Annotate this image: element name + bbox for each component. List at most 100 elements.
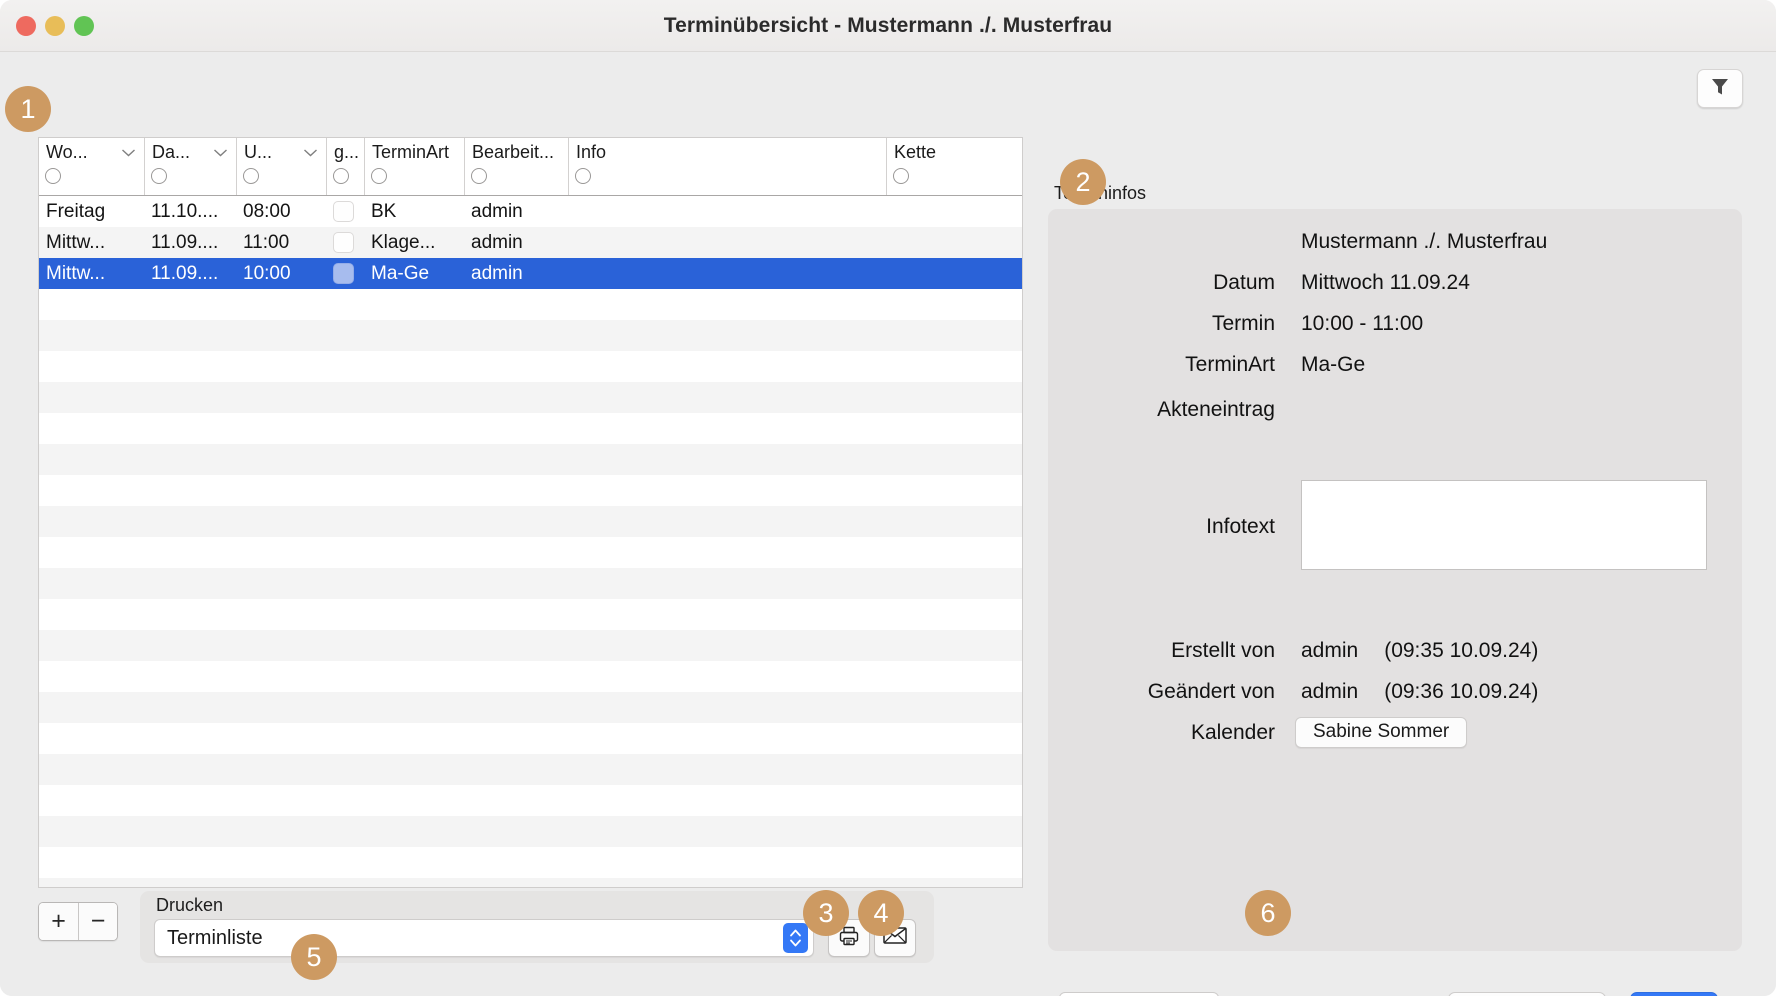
- filter-radio-icon[interactable]: [151, 168, 167, 184]
- column-header-kette[interactable]: Kette: [886, 138, 1012, 166]
- print-group-label: Drucken: [156, 895, 224, 915]
- cell-wochentag: Mittw...: [46, 231, 106, 253]
- cell-terminart: Ma-Ge: [371, 262, 430, 284]
- cell-wochentag: Mittw...: [46, 262, 106, 284]
- column-header-wochentag[interactable]: Wo...: [39, 138, 144, 166]
- table-empty-row: [39, 754, 1022, 785]
- details-row-termin: Termin 10:00 - 11:00: [1048, 312, 1742, 336]
- annotation-badge-5: 5: [291, 934, 337, 980]
- filter-cell-info[interactable]: [568, 166, 886, 195]
- table-empty-row: [39, 816, 1022, 847]
- details-panel: Mustermann ./. Musterfrau Datum Mittwoch…: [1048, 209, 1742, 951]
- cell-farbe: [326, 201, 364, 222]
- cell-terminart: BK: [371, 200, 397, 222]
- filter-radio-icon[interactable]: [243, 168, 259, 184]
- table-empty-row: [39, 506, 1022, 537]
- table-empty-row: [39, 444, 1022, 475]
- cell-bearbeiter: admin: [471, 200, 523, 222]
- annotation-badge-1: 1: [5, 86, 51, 132]
- chevron-down-icon[interactable]: [303, 142, 318, 163]
- table-row[interactable]: Mittw... 11.09.... 11:00 Klage... admin: [39, 227, 1022, 258]
- table-empty-row: [39, 289, 1022, 320]
- cell-bearbeiter: admin: [471, 262, 523, 284]
- details-row-terminart: TerminArt Ma-Ge: [1048, 353, 1742, 377]
- table-empty-row: [39, 878, 1022, 887]
- annotation-badge-6: 6: [1245, 890, 1291, 936]
- window-title: Terminübersicht - Mustermann ./. Musterf…: [663, 14, 1113, 37]
- cell-farbe: [326, 232, 364, 253]
- details-label-infotext: Infotext: [1206, 515, 1275, 538]
- filter-cell-wochentag[interactable]: [39, 166, 144, 195]
- infotext-field[interactable]: [1301, 480, 1707, 570]
- details-label-erstellt: Erstellt von: [1171, 639, 1275, 662]
- table-empty-row: [39, 630, 1022, 661]
- details-row-datum: Datum Mittwoch 11.09.24: [1048, 271, 1742, 295]
- table-empty-row: [39, 382, 1022, 413]
- details-value-parties: Mustermann ./. Musterfrau: [1301, 230, 1548, 253]
- column-header-terminart[interactable]: TerminArt: [364, 138, 464, 166]
- cell-uhrzeit: 08:00: [243, 200, 291, 222]
- add-remove-group: + −: [38, 902, 118, 941]
- filter-radio-icon[interactable]: [471, 168, 487, 184]
- add-appointment-button[interactable]: +: [39, 903, 78, 940]
- remove-appointment-button[interactable]: −: [78, 903, 117, 940]
- details-label-akteneintrag: Akteneintrag: [1157, 398, 1275, 421]
- filter-cell-kette[interactable]: [886, 166, 1012, 195]
- stepper-icon[interactable]: [783, 923, 808, 953]
- filter-button[interactable]: [1697, 69, 1743, 108]
- table-row[interactable]: Freitag 11.10.... 08:00 BK admin: [39, 196, 1022, 227]
- table-empty-row: [39, 692, 1022, 723]
- column-header-uhrzeit[interactable]: U...: [236, 138, 326, 166]
- color-swatch: [333, 263, 354, 284]
- column-header-bearbeiter[interactable]: Bearbeit...: [464, 138, 568, 166]
- future-filter-select[interactable]: zukünftig...: [1059, 992, 1219, 996]
- details-row-geaendert: Geändert von admin (09:36 10.09.24): [1048, 680, 1742, 704]
- column-header-datum[interactable]: Da...: [144, 138, 236, 166]
- filter-radio-icon[interactable]: [371, 168, 387, 184]
- details-value-geaendert-user: admin: [1301, 680, 1359, 703]
- filter-cell-terminart[interactable]: [364, 166, 464, 195]
- print-selection-combo[interactable]: Terminliste: [154, 919, 814, 957]
- cell-wochentag: Freitag: [46, 200, 106, 222]
- goto-appointment-button[interactable]: Zum Termin: [1448, 992, 1606, 996]
- filter-radio-icon[interactable]: [333, 168, 349, 184]
- cell-datum: 11.09....: [151, 262, 219, 284]
- dialog-window: Terminübersicht - Mustermann ./. Musterf…: [0, 0, 1776, 996]
- annotation-badge-2: 2: [1060, 159, 1106, 205]
- filter-cell-bearbeiter[interactable]: [464, 166, 568, 195]
- table-empty-row: [39, 351, 1022, 382]
- ok-button[interactable]: OK: [1630, 992, 1718, 996]
- table-row-selected[interactable]: Mittw... 11.09.... 10:00 Ma-Ge admin: [39, 258, 1022, 289]
- filter-cell-datum[interactable]: [144, 166, 236, 195]
- filter-radio-icon[interactable]: [45, 168, 61, 184]
- table-empty-row: [39, 599, 1022, 630]
- table-header-row: Wo... Da... U... g... TerminArt Bearbeit…: [39, 138, 1022, 166]
- details-label-terminart: TerminArt: [1185, 353, 1275, 376]
- cell-uhrzeit: 11:00: [243, 231, 290, 253]
- filter-cell-uhrzeit[interactable]: [236, 166, 326, 195]
- cell-terminart: Klage...: [371, 231, 436, 253]
- details-value-geaendert-timestamp: (09:36 10.09.24): [1384, 680, 1539, 703]
- table-empty-row: [39, 785, 1022, 816]
- details-label-kalender: Kalender: [1190, 720, 1275, 744]
- color-swatch: [333, 201, 354, 222]
- appointment-table[interactable]: Wo... Da... U... g... TerminArt Bearbeit…: [38, 137, 1023, 888]
- details-label-geaendert: Geändert von: [1147, 680, 1275, 703]
- table-empty-row: [39, 413, 1022, 444]
- chevron-down-icon[interactable]: [121, 142, 136, 163]
- filter-cell-farbe[interactable]: [326, 166, 364, 195]
- details-row-parties: Mustermann ./. Musterfrau: [1048, 230, 1742, 254]
- calendar-value-pill[interactable]: Sabine Sommer: [1295, 717, 1468, 748]
- column-header-farbe[interactable]: g...: [326, 138, 364, 166]
- filter-radio-icon[interactable]: [575, 168, 591, 184]
- print-selection-value: Terminliste: [167, 926, 263, 949]
- column-header-info[interactable]: Info: [568, 138, 886, 166]
- details-value-erstellt-user: admin: [1301, 639, 1359, 662]
- annotation-badge-4: 4: [858, 890, 904, 936]
- chevron-down-icon[interactable]: [213, 142, 228, 163]
- cell-datum: 11.09....: [151, 231, 219, 253]
- details-value-terminart: Ma-Ge: [1301, 353, 1366, 376]
- filter-radio-icon[interactable]: [893, 168, 909, 184]
- details-label-datum: Datum: [1213, 271, 1275, 294]
- table-empty-row: [39, 568, 1022, 599]
